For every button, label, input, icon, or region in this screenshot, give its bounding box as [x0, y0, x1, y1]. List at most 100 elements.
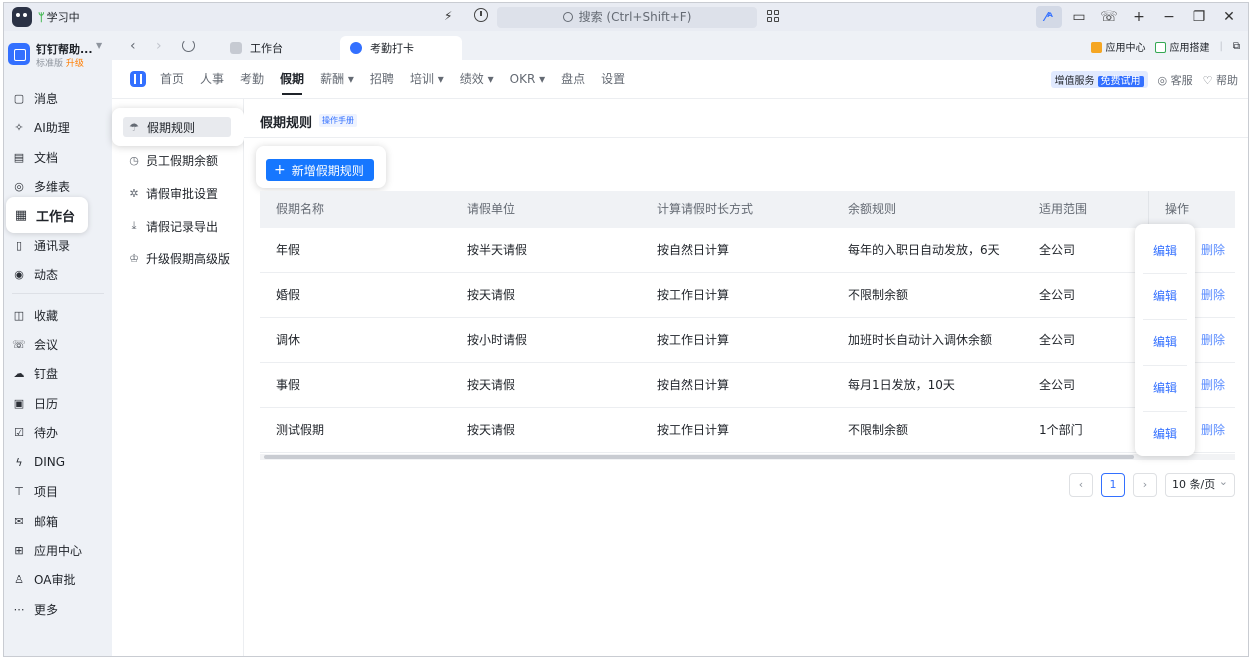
app-center-link[interactable]: 应用中心 [1091, 39, 1145, 54]
add-leave-rule-button[interactable]: + 新增假期规则 [266, 159, 374, 181]
cell-scope: 全公司 [1039, 333, 1076, 347]
tab-strip: ‹ › 工作台 考勤打卡 应用中心 应用搭建 | ⧉ [112, 31, 1248, 60]
study-status[interactable]: ᛘ 学习中 [38, 9, 80, 25]
nav-item-oa-approval[interactable]: ♙ OA审批 [4, 566, 112, 592]
edit-link[interactable]: 编辑 [1135, 377, 1195, 399]
next-page-icon[interactable]: › [1133, 473, 1157, 497]
forward-arrow-icon[interactable]: › [156, 38, 162, 54]
global-search[interactable]: 搜索 (Ctrl+Shift+F) [497, 7, 757, 28]
col-header-actions: 操作 [1165, 202, 1190, 216]
minimize-icon[interactable]: − [1156, 6, 1182, 28]
restore-icon[interactable]: ❐ [1186, 6, 1212, 28]
topnav-attendance[interactable]: 考勤 [240, 60, 264, 99]
delete-link[interactable]: 删除 [1201, 408, 1225, 453]
tab-workbench[interactable]: 工作台 [220, 36, 293, 60]
tab-attendance[interactable]: 考勤打卡 [340, 36, 462, 60]
cell-name: 事假 [276, 378, 301, 392]
edit-link[interactable]: 编辑 [1135, 240, 1195, 262]
cell-balance: 每年的入职日自动发放，6天 [848, 243, 1000, 257]
nav-item-ding[interactable]: ϟ DING [4, 449, 112, 475]
topnav-settings[interactable]: 设置 [601, 60, 625, 99]
dingtalk-logo-icon[interactable] [12, 7, 32, 27]
page-number[interactable]: 1 [1101, 473, 1125, 497]
scrollbar-thumb[interactable] [264, 455, 1134, 459]
nav-item-more[interactable]: ⋯ 更多 [4, 596, 112, 622]
subnav-approval-settings[interactable]: ✲ 请假审批设置 [128, 182, 218, 204]
col-header-name: 假期名称 [276, 202, 325, 216]
topnav-home[interactable]: 首页 [160, 60, 184, 99]
nav-item-project[interactable]: ⊤ 项目 [4, 478, 112, 504]
top-navigation: 首页 人事 考勤 假期 薪酬 ▾ 招聘 培训 ▾ 绩效 ▾ OKR ▾ 盘点 设… [160, 60, 625, 99]
moments-icon: ◉ [14, 267, 24, 281]
edit-link[interactable]: 编辑 [1135, 285, 1195, 307]
page-title: 假期规则 [260, 116, 313, 131]
col-header-scope: 适用范围 [1039, 202, 1088, 216]
subnav-leave-rules[interactable]: ☂ 假期规则 [123, 117, 231, 137]
history-icon[interactable] [474, 8, 488, 22]
upgrade-link[interactable]: 升级 [66, 59, 84, 69]
topnav-training[interactable]: 培训 ▾ [410, 60, 444, 99]
nav-item-ai-assistant[interactable]: ✧ AI助理 [4, 114, 112, 140]
edit-link[interactable]: 编辑 [1135, 331, 1195, 353]
subnav-upgrade[interactable]: ♔ 升级假期高级版 [128, 247, 230, 269]
operation-manual-link[interactable]: 操作手册 [319, 114, 357, 127]
org-switcher[interactable]: 钉钉帮助... ▼ 标准版 升级 [8, 41, 108, 69]
ding-icon: ϟ [15, 455, 23, 469]
table-row: 测试假期 按天请假 按工作日计算 不限制余额 1个部门 删除 [260, 408, 1235, 453]
table-row: 婚假 按天请假 按工作日计算 不限制余额 全公司 删除 [260, 273, 1235, 318]
meeting-icon: ☏ [12, 337, 26, 351]
back-arrow-icon[interactable]: ‹ [130, 38, 136, 54]
open-external-icon[interactable]: ⧉ [1233, 41, 1240, 52]
screen-share-icon[interactable]: ▭ [1066, 6, 1092, 28]
plus-icon[interactable]: + [1126, 6, 1152, 28]
nav-item-contacts[interactable]: ▯ 通讯录 [4, 232, 112, 258]
delete-link[interactable]: 删除 [1201, 228, 1225, 273]
page-size-select[interactable]: 10 条/页 [1165, 471, 1235, 497]
mail-icon: ✉ [14, 514, 24, 528]
nav-item-mail[interactable]: ✉ 邮箱 [4, 508, 112, 534]
nav-item-workbench[interactable]: ▦ 工作台 [6, 197, 88, 233]
help-link[interactable]: ♡ 帮助 [1203, 72, 1238, 88]
title-divider [244, 137, 1248, 138]
value-added-service[interactable]: 增值服务 免费试用 [1050, 71, 1148, 88]
apps-grid-icon[interactable] [767, 10, 779, 22]
project-icon: ⊤ [14, 484, 24, 498]
topnav-recruit[interactable]: 招聘 [370, 60, 394, 99]
prev-page-icon[interactable]: ‹ [1069, 473, 1093, 497]
nav-item-multi-table[interactable]: ◎ 多维表 [4, 173, 112, 199]
nav-item-messages[interactable]: ▢ 消息 [4, 85, 112, 111]
nav-item-cloud-drive[interactable]: ☁ 钉盘 [4, 360, 112, 386]
horizontal-scrollbar[interactable] [260, 454, 1235, 460]
cell-unit: 按小时请假 [467, 333, 528, 347]
topnav-performance[interactable]: 绩效 ▾ [460, 60, 494, 99]
close-icon[interactable]: ✕ [1216, 6, 1242, 28]
ai-beta-icon[interactable]: ⚡ [444, 9, 452, 23]
topnav-okr[interactable]: OKR ▾ [510, 60, 546, 99]
nav-item-moments[interactable]: ◉ 动态 [4, 261, 112, 287]
topnav-personnel[interactable]: 人事 [200, 60, 224, 99]
nav-item-todo[interactable]: ☑ 待办 [4, 419, 112, 445]
nav-item-meeting[interactable]: ☏ 会议 [4, 331, 112, 357]
nav-item-docs[interactable]: ▤ 文档 [4, 144, 112, 170]
todo-icon: ☑ [14, 425, 24, 439]
app-builder-link[interactable]: 应用搭建 [1155, 39, 1209, 54]
refresh-icon[interactable] [182, 39, 195, 52]
subnav-record-export[interactable]: ⤓ 请假记录导出 [128, 215, 218, 237]
phone-icon[interactable]: ☏ [1096, 6, 1122, 28]
topnav-inventory[interactable]: 盘点 [561, 60, 585, 99]
subnav-employee-balance[interactable]: ◷ 员工假期余额 [128, 149, 218, 171]
topnav-salary[interactable]: 薪酬 ▾ [320, 60, 354, 99]
delete-link[interactable]: 删除 [1201, 273, 1225, 318]
org-plan: 标准版 升级 [36, 59, 84, 69]
delete-link[interactable]: 删除 [1201, 318, 1225, 363]
cell-name: 年假 [276, 243, 301, 257]
delete-link[interactable]: 删除 [1201, 363, 1225, 408]
nav-item-calendar[interactable]: ▣ 日历 [4, 390, 112, 416]
customer-service-link[interactable]: ◎ 客服 [1158, 72, 1193, 88]
ai-toggle-icon[interactable]: ⁄ᴬ [1036, 6, 1062, 28]
topnav-leave[interactable]: 假期 [280, 60, 304, 99]
edit-link[interactable]: 编辑 [1135, 423, 1195, 445]
nav-item-favorites[interactable]: ◫ 收藏 [4, 302, 112, 328]
nav-item-app-center[interactable]: ⊞ 应用中心 [4, 537, 112, 563]
app-center-icon [1091, 42, 1103, 53]
